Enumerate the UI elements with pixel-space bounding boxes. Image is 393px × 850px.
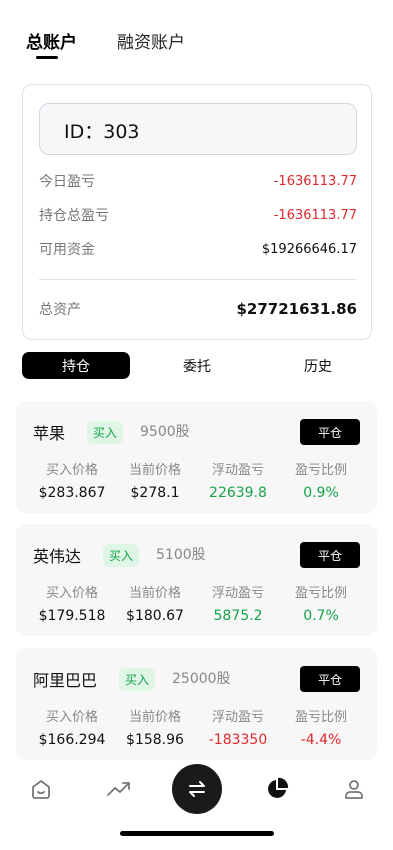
float-pnl-stat: 浮动盈亏 5875.2 xyxy=(198,582,278,624)
float-pnl-stat: 浮动盈亏 -183350 xyxy=(198,706,278,748)
home-indicator xyxy=(120,831,274,836)
pnl-ratio-label: 盈亏比例 xyxy=(294,710,347,725)
position-stats: 买入价格 $179.518 当前价格 $180.67 浮动盈亏 5875.2 盈亏比例… xyxy=(32,582,361,624)
close-position-button[interactable]: 平仓 xyxy=(300,666,360,692)
close-position-button[interactable]: 平仓 xyxy=(300,542,360,568)
home-icon[interactable] xyxy=(28,776,54,802)
current-price-value: $158.96 xyxy=(126,732,184,748)
float-pnl-value: 22639.8 xyxy=(209,485,267,501)
pnl-ratio-label: 盈亏比例 xyxy=(294,463,347,478)
available-funds-label: 可用资金 xyxy=(39,242,95,258)
buy-price-value: $179.518 xyxy=(38,608,106,624)
account-id: ID：303 xyxy=(64,121,140,143)
position-stats: 买入价格 $166.294 当前价格 $158.96 浮动盈亏 -183350 盈亏比… xyxy=(32,706,361,748)
divider xyxy=(39,279,357,280)
float-pnl-value: 5875.2 xyxy=(213,608,263,624)
total-assets-value: $27721631.86 xyxy=(236,300,357,318)
buy-price-label: 买入价格 xyxy=(45,463,98,478)
pnl-ratio-value: 0.9% xyxy=(303,485,339,501)
pie-chart-icon[interactable] xyxy=(264,776,290,802)
float-pnl-stat: 浮动盈亏 22639.8 xyxy=(198,459,278,501)
current-price-value: $278.1 xyxy=(130,485,180,501)
buy-price-stat: 买入价格 $166.294 xyxy=(32,706,112,748)
current-price-stat: 当前价格 $278.1 xyxy=(115,459,195,501)
position-header: 阿里巴巴 买入 25000股 平仓 xyxy=(33,666,360,692)
position-card: 阿里巴巴 买入 25000股 平仓 买入价格 $166.294 当前价格 $158.… xyxy=(16,648,377,760)
current-price-stat: 当前价格 $180.67 xyxy=(115,582,195,624)
buy-price-stat: 买入价格 $283.867 xyxy=(32,459,112,501)
tab-total-account[interactable]: 总账户 xyxy=(26,28,77,59)
float-pnl-label: 浮动盈亏 xyxy=(211,710,264,725)
current-price-label: 当前价格 xyxy=(128,586,181,601)
holding-pnl-label: 持仓总盈亏 xyxy=(39,208,109,224)
total-assets-row: 总资产 $27721631.86 xyxy=(39,299,357,319)
tab-orders[interactable]: 委托 xyxy=(143,352,251,379)
pnl-ratio-value: -4.4% xyxy=(300,732,342,748)
buy-price-label: 买入价格 xyxy=(45,586,98,601)
available-funds-value: $19266646.17 xyxy=(261,241,357,257)
buy-price-value: $283.867 xyxy=(38,485,106,501)
close-position-button[interactable]: 平仓 xyxy=(300,419,360,445)
current-price-label: 当前价格 xyxy=(128,463,181,478)
buy-price-label: 买入价格 xyxy=(45,710,98,725)
today-pnl-label: 今日盈亏 xyxy=(39,174,95,190)
position-header: 苹果 买入 9500股 平仓 xyxy=(33,419,360,445)
account-summary-card: ID：303 今日盈亏 -1636113.77 持仓总盈亏 -1636113.7… xyxy=(22,84,372,340)
side-badge: 买入 xyxy=(87,421,124,444)
stock-name: 阿里巴巴 xyxy=(33,671,98,690)
pnl-ratio-label: 盈亏比例 xyxy=(294,586,347,601)
today-pnl-row: 今日盈亏 -1636113.77 xyxy=(39,171,357,191)
holding-pnl-row: 持仓总盈亏 -1636113.77 xyxy=(39,205,357,225)
position-header: 英伟达 买入 5100股 平仓 xyxy=(33,542,360,568)
buy-price-value: $166.294 xyxy=(38,732,106,748)
pnl-ratio-value: 0.7% xyxy=(303,608,339,624)
bottom-nav xyxy=(0,760,393,820)
side-badge: 买入 xyxy=(103,544,140,567)
today-pnl-value: -1636113.77 xyxy=(273,173,357,189)
current-price-value: $180.67 xyxy=(126,608,184,624)
side-badge: 买入 xyxy=(119,668,156,691)
tab-holdings[interactable]: 持仓 xyxy=(22,352,130,379)
share-count: 9500股 xyxy=(140,424,190,440)
position-card: 英伟达 买入 5100股 平仓 买入价格 $179.518 当前价格 $180.67… xyxy=(16,524,377,636)
stock-name: 英伟达 xyxy=(33,547,82,566)
user-icon[interactable] xyxy=(341,776,367,802)
float-pnl-label: 浮动盈亏 xyxy=(211,586,264,601)
swap-icon[interactable] xyxy=(172,764,222,814)
available-funds-row: 可用资金 $19266646.17 xyxy=(39,239,357,259)
pnl-ratio-stat: 盈亏比例 -4.4% xyxy=(281,706,361,748)
holding-pnl-value: -1636113.77 xyxy=(273,207,357,223)
tab-history[interactable]: 历史 xyxy=(264,352,372,379)
position-segment-control: 持仓 委托 历史 xyxy=(22,352,372,379)
buy-price-stat: 买入价格 $179.518 xyxy=(32,582,112,624)
current-price-stat: 当前价格 $158.96 xyxy=(115,706,195,748)
position-card: 苹果 买入 9500股 平仓 买入价格 $283.867 当前价格 $278.1 浮… xyxy=(16,401,377,513)
stock-name: 苹果 xyxy=(33,424,66,443)
trend-icon[interactable] xyxy=(106,776,132,802)
current-price-label: 当前价格 xyxy=(128,710,181,725)
tab-margin-account[interactable]: 融资账户 xyxy=(117,28,185,53)
account-tabs: 总账户 融资账户 xyxy=(26,28,185,59)
account-id-box: ID：303 xyxy=(39,103,357,155)
pnl-ratio-stat: 盈亏比例 0.7% xyxy=(281,582,361,624)
total-assets-label: 总资产 xyxy=(39,302,81,318)
position-stats: 买入价格 $283.867 当前价格 $278.1 浮动盈亏 22639.8 盈亏比例… xyxy=(32,459,361,501)
float-pnl-label: 浮动盈亏 xyxy=(211,463,264,478)
float-pnl-value: -183350 xyxy=(208,732,268,748)
pnl-ratio-stat: 盈亏比例 0.9% xyxy=(281,459,361,501)
share-count: 25000股 xyxy=(172,671,231,687)
share-count: 5100股 xyxy=(156,547,206,563)
